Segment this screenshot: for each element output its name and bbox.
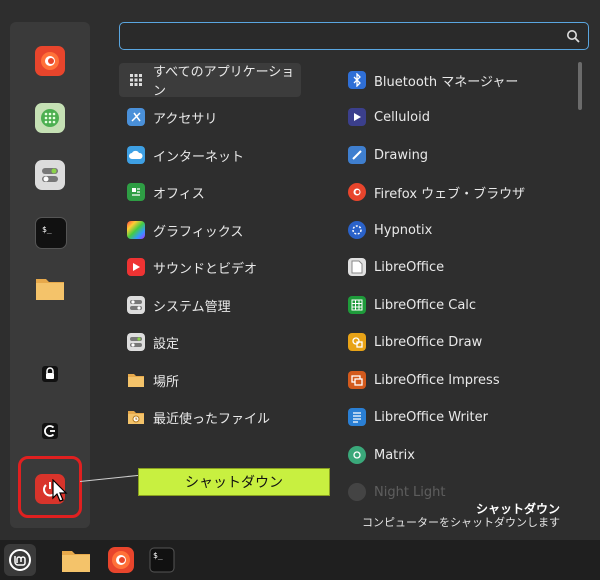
app-libreoffice[interactable]: LibreOffice — [342, 250, 574, 284]
mouse-cursor-icon — [52, 479, 68, 502]
lock-icon — [42, 366, 58, 382]
night-light-icon — [348, 483, 366, 501]
app-label: Night Light — [374, 484, 446, 500]
taskbar-panel: $_ — [0, 540, 600, 580]
toggle-settings-icon — [42, 168, 58, 182]
app-label: LibreOffice Calc — [374, 297, 477, 313]
folder-icon — [36, 279, 64, 300]
app-matrix[interactable]: Matrix — [342, 438, 574, 472]
app-list-scrollbar[interactable] — [578, 62, 582, 110]
category-settings[interactable]: 設定 — [119, 325, 301, 359]
category-label: 設定 — [153, 336, 180, 352]
app-libreoffice-impress[interactable]: LibreOffice Impress — [342, 363, 574, 397]
category-internet[interactable]: インターネット — [119, 138, 301, 172]
office-icon — [127, 183, 145, 201]
sound-video-icon — [127, 258, 145, 276]
shutdown-highlight-frame — [18, 456, 82, 518]
linux-mint-logo-icon — [9, 549, 31, 571]
libreoffice-impress-icon — [348, 371, 366, 389]
search-box[interactable] — [119, 22, 589, 50]
category-label: サウンドとビデオ — [153, 261, 258, 277]
app-hypnotix[interactable]: Hypnotix — [342, 213, 574, 247]
accessories-icon — [127, 108, 145, 126]
taskbar-files-button[interactable] — [60, 544, 92, 576]
terminal-icon: $_ — [149, 547, 175, 573]
firefox-icon — [41, 52, 59, 70]
logout-icon — [42, 423, 58, 439]
app-label: Celluloid — [374, 109, 430, 125]
category-graphics[interactable]: グラフィックス — [119, 213, 301, 247]
places-folder-icon — [127, 371, 145, 389]
category-label: 最近使ったファイル — [153, 411, 271, 427]
app-label: LibreOffice Impress — [374, 372, 500, 388]
recent-files-icon — [127, 408, 145, 426]
category-office[interactable]: オフィス — [119, 175, 301, 209]
software-manager-favorite-button[interactable] — [35, 103, 65, 133]
libreoffice-calc-icon — [348, 296, 366, 314]
app-label: LibreOffice Writer — [374, 409, 488, 425]
search-icon[interactable] — [566, 29, 580, 43]
software-manager-icon — [41, 109, 59, 127]
category-sound-video[interactable]: サウンドとビデオ — [119, 250, 301, 284]
app-drawing[interactable]: Drawing — [342, 138, 574, 172]
category-label: すべてのアプリケーション — [153, 65, 295, 99]
taskbar-firefox-button[interactable] — [105, 544, 137, 576]
settings-icon — [127, 333, 145, 351]
bluetooth-icon — [348, 71, 366, 89]
firefox-icon — [108, 547, 134, 573]
lock-screen-button[interactable] — [35, 359, 65, 389]
svg-text:$_: $_ — [42, 225, 52, 234]
category-all-applications[interactable]: すべてのアプリケーション — [119, 63, 301, 99]
app-label: Hypnotix — [374, 222, 433, 238]
category-places[interactable]: 場所 — [119, 363, 301, 397]
libreoffice-writer-icon — [348, 408, 366, 426]
status-description: コンピューターをシャットダウンします — [362, 516, 560, 529]
category-label: 場所 — [153, 374, 180, 390]
category-label: インターネット — [153, 149, 245, 165]
category-label: グラフィックス — [153, 224, 244, 240]
terminal-favorite-button[interactable]: $_ — [35, 217, 67, 249]
app-libreoffice-draw[interactable]: LibreOffice Draw — [342, 325, 574, 359]
firefox-icon — [348, 183, 366, 201]
app-libreoffice-writer[interactable]: LibreOffice Writer — [342, 400, 574, 434]
celluloid-icon — [348, 108, 366, 126]
category-label: システム管理 — [153, 299, 231, 315]
svg-text:$_: $_ — [153, 551, 163, 560]
shutdown-annotation-label: シャットダウン — [138, 468, 330, 496]
system-settings-favorite-button[interactable] — [35, 160, 65, 190]
app-label: Matrix — [374, 447, 415, 463]
drawing-icon — [348, 146, 366, 164]
category-recent-files[interactable]: 最近使ったファイル — [119, 400, 301, 434]
folder-icon — [62, 551, 90, 572]
taskbar-terminal-button[interactable]: $_ — [146, 544, 178, 576]
libreoffice-icon — [348, 258, 366, 276]
matrix-icon — [348, 446, 366, 464]
app-bluetooth-manager[interactable]: Bluetooth マネージャー — [342, 63, 574, 97]
app-label: Bluetooth マネージャー — [374, 74, 519, 90]
terminal-icon: $_ — [42, 225, 52, 234]
files-favorite-button[interactable] — [35, 273, 65, 303]
app-firefox[interactable]: Firefox ウェブ・ブラウザ — [342, 175, 574, 209]
app-label: LibreOffice — [374, 259, 445, 275]
app-label: Firefox ウェブ・ブラウザ — [374, 186, 526, 202]
search-input[interactable] — [126, 26, 560, 48]
system-admin-icon — [127, 296, 145, 314]
firefox-favorite-button[interactable] — [35, 46, 65, 76]
category-system-admin[interactable]: システム管理 — [119, 288, 301, 322]
hypnotix-icon — [348, 221, 366, 239]
app-label: LibreOffice Draw — [374, 334, 483, 350]
libreoffice-draw-icon — [348, 333, 366, 351]
grid-icon — [127, 71, 145, 89]
app-label: Drawing — [374, 147, 429, 163]
logout-button[interactable] — [35, 416, 65, 446]
app-celluloid[interactable]: Celluloid — [342, 100, 574, 134]
category-label: オフィス — [153, 186, 205, 202]
application-menu: $_ すべてのアプリケーション アクセサリ インターネット オフィス グラフィッ… — [0, 0, 600, 540]
menu-button[interactable] — [4, 544, 36, 576]
graphics-icon — [127, 221, 145, 239]
category-label: アクセサリ — [153, 111, 218, 127]
category-accessories[interactable]: アクセサリ — [119, 100, 301, 134]
internet-icon — [127, 146, 145, 164]
app-libreoffice-calc[interactable]: LibreOffice Calc — [342, 288, 574, 322]
